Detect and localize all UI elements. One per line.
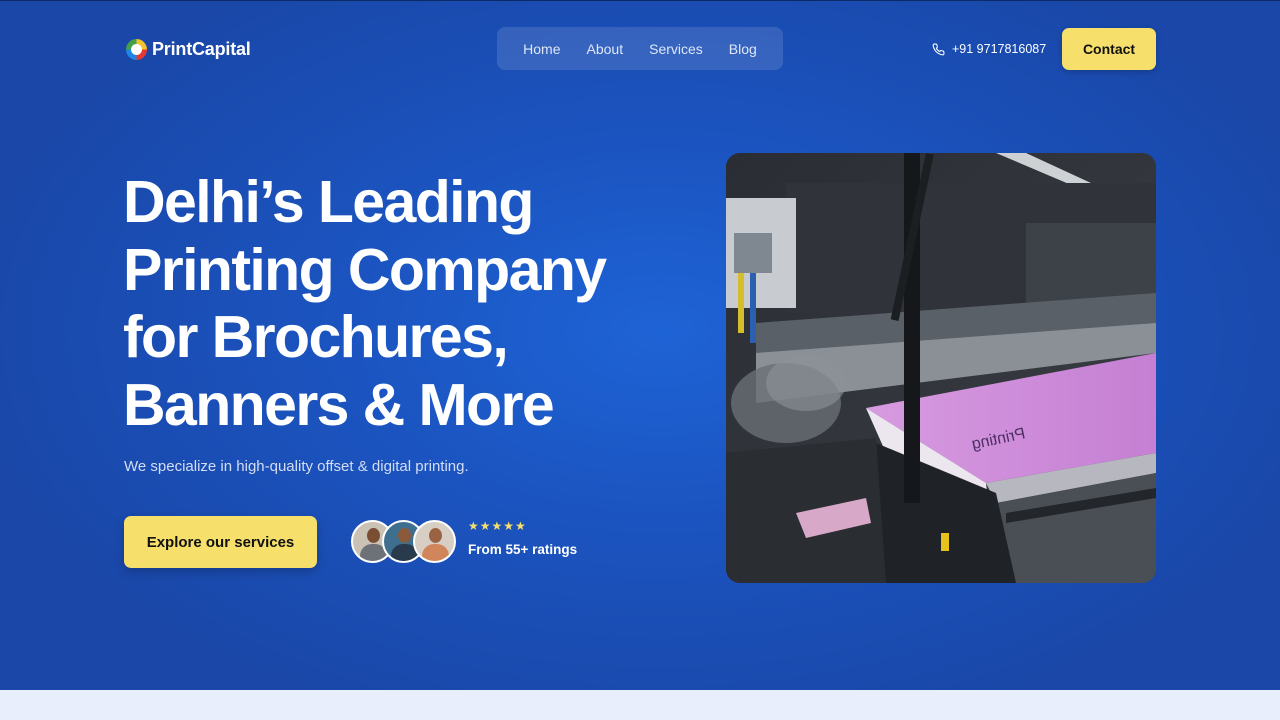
printcapital-logo-icon [126, 38, 147, 60]
customer-avatars [351, 520, 457, 564]
hero-printer-image: Printing [726, 153, 1156, 583]
brand-name: PrintCapital [152, 38, 251, 59]
nav-item-home[interactable]: Home [523, 41, 560, 57]
main-nav: Home About Services Blog [497, 27, 783, 70]
headline-line-3: for Brochures, [123, 304, 509, 370]
nav-item-about[interactable]: About [587, 41, 624, 57]
avatar [413, 520, 456, 563]
contact-button[interactable]: Contact [1062, 28, 1156, 70]
headline-line-2: Printing Company [123, 236, 607, 303]
next-section-strip [0, 690, 1280, 720]
hero-headline: Delhi’s Leading Printing Company for Bro… [123, 169, 663, 439]
headline-line-4: Banners & More [123, 371, 555, 438]
phone-icon [932, 43, 945, 56]
explore-services-button[interactable]: Explore our services [124, 516, 317, 568]
phone-link[interactable]: +91 9717816087 [932, 40, 1046, 58]
brand-logo[interactable]: PrintCapital [126, 37, 251, 61]
rating-stars: ★★★★★ [468, 519, 527, 533]
rating-block: ★★★★★ From 55+ ratings [468, 519, 577, 557]
phone-number: +91 9717816087 [952, 42, 1047, 56]
hero-subtitle: We specialize in high-quality offset & d… [124, 458, 469, 475]
hero-section: PrintCapital Home About Services Blog +9… [0, 0, 1280, 690]
nav-item-services[interactable]: Services [649, 41, 703, 57]
headline-line-1: Delhi’s Leading [123, 169, 534, 235]
rating-count: From 55+ ratings [468, 542, 578, 557]
nav-item-blog[interactable]: Blog [729, 41, 757, 57]
